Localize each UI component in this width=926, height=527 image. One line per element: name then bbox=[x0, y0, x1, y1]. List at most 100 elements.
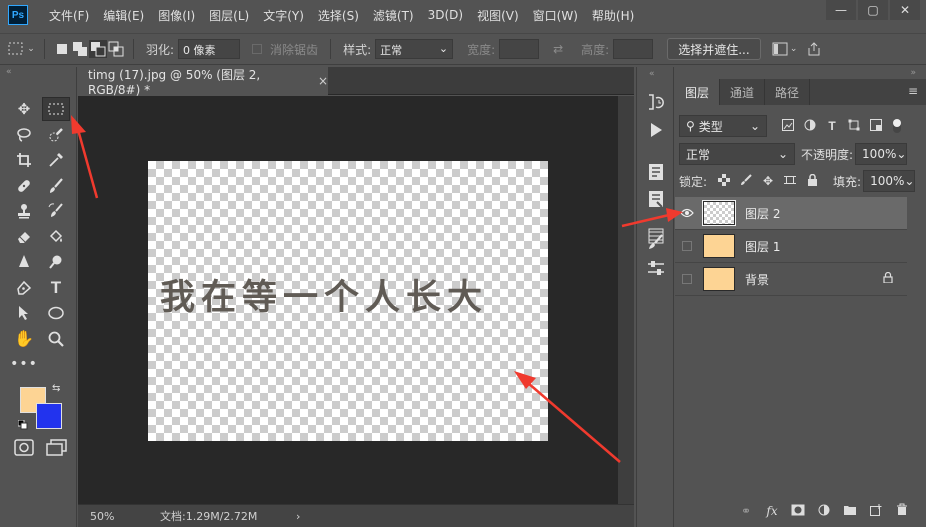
healing-brush-tool-icon[interactable] bbox=[10, 174, 38, 198]
chevron-down-icon[interactable]: ⌄ bbox=[26, 40, 36, 58]
filter-smart-object-icon[interactable] bbox=[865, 118, 887, 134]
layer-name[interactable]: 图层 2 bbox=[745, 205, 780, 222]
move-tool-icon[interactable]: ✥ bbox=[10, 97, 38, 121]
visibility-toggle[interactable] bbox=[675, 230, 699, 263]
minimize-button[interactable]: — bbox=[826, 0, 856, 20]
workspace-icon[interactable] bbox=[771, 40, 789, 58]
layer-name[interactable]: 图层 1 bbox=[745, 238, 780, 255]
brush-settings-icon[interactable] bbox=[644, 231, 668, 253]
menu-window[interactable]: 窗口(W) bbox=[526, 7, 585, 24]
zoom-tool-icon[interactable] bbox=[42, 327, 70, 351]
lock-image-icon[interactable] bbox=[735, 173, 757, 189]
lock-transparent-icon[interactable] bbox=[713, 173, 735, 189]
lock-artboard-icon[interactable] bbox=[779, 174, 801, 189]
fx-icon[interactable]: fx bbox=[759, 504, 785, 518]
default-colors-icon[interactable] bbox=[17, 419, 28, 430]
eraser-tool-icon[interactable] bbox=[10, 225, 38, 249]
intersect-selection-icon[interactable] bbox=[107, 40, 125, 58]
tab-paths[interactable]: 路径 bbox=[765, 79, 811, 105]
visibility-toggle[interactable] bbox=[675, 263, 699, 296]
menu-file[interactable]: 文件(F) bbox=[42, 7, 96, 24]
mask-icon[interactable] bbox=[785, 504, 811, 519]
actions-play-icon[interactable] bbox=[644, 119, 668, 141]
hand-tool-icon[interactable]: ✋ bbox=[10, 327, 38, 351]
maximize-button[interactable]: ▢ bbox=[858, 0, 888, 20]
visibility-eye-icon[interactable] bbox=[675, 197, 699, 230]
rectangular-marquee-tool-icon[interactable] bbox=[42, 97, 70, 121]
libraries-panel-icon[interactable] bbox=[644, 188, 668, 210]
add-selection-icon[interactable] bbox=[71, 40, 89, 58]
document-tab[interactable]: timg (17).jpg @ 50% (图层 2, RGB/8#) * × bbox=[78, 67, 328, 97]
panel-collapse-icon[interactable]: « bbox=[0, 67, 76, 79]
swap-icon[interactable]: ⇄ bbox=[549, 40, 567, 58]
lasso-tool-icon[interactable] bbox=[10, 123, 38, 147]
more-tools-icon[interactable]: ••• bbox=[10, 352, 38, 376]
dodge-tool-icon[interactable] bbox=[42, 250, 70, 274]
menu-help[interactable]: 帮助(H) bbox=[585, 7, 641, 24]
pen-tool-icon[interactable] bbox=[10, 276, 38, 300]
vertical-scrollbar[interactable] bbox=[618, 96, 634, 504]
brush-tool-icon[interactable] bbox=[42, 174, 70, 198]
ellipse-tool-icon[interactable] bbox=[42, 301, 70, 325]
menu-filter[interactable]: 滤镜(T) bbox=[366, 7, 421, 24]
link-icon[interactable]: ⚭ bbox=[733, 504, 759, 518]
filter-pixel-icon[interactable] bbox=[777, 118, 799, 134]
style-select[interactable]: 正常 ⌄ bbox=[375, 39, 454, 59]
folder-icon[interactable] bbox=[837, 504, 863, 519]
clone-stamp-tool-icon[interactable] bbox=[10, 199, 38, 223]
share-icon[interactable] bbox=[805, 40, 823, 58]
history-brush-tool-icon[interactable] bbox=[42, 199, 70, 223]
filter-adjustment-icon[interactable] bbox=[799, 119, 821, 134]
tab-layers[interactable]: 图层 bbox=[675, 79, 721, 105]
screen-mode-icon[interactable] bbox=[46, 439, 68, 460]
panel-menu-icon[interactable]: ≡ bbox=[908, 84, 918, 98]
layer-row[interactable]: 背景 bbox=[675, 263, 907, 296]
quick-selection-tool-icon[interactable] bbox=[42, 123, 70, 147]
document-canvas[interactable]: 我在等一个人长大 bbox=[148, 161, 548, 441]
layer-name[interactable]: 背景 bbox=[745, 271, 769, 288]
width-input[interactable] bbox=[499, 39, 540, 59]
antialias-checkbox[interactable] bbox=[252, 44, 263, 54]
tool-presets-icon[interactable] bbox=[644, 257, 668, 279]
menu-image[interactable]: 图像(I) bbox=[151, 7, 202, 24]
close-button[interactable]: ✕ bbox=[890, 0, 920, 20]
path-selection-tool-icon[interactable] bbox=[10, 301, 38, 325]
lock-icon[interactable] bbox=[883, 271, 893, 286]
background-color-swatch[interactable] bbox=[36, 403, 62, 429]
eyedropper-tool-icon[interactable] bbox=[42, 148, 70, 172]
new-selection-icon[interactable] bbox=[53, 40, 71, 58]
type-tool-icon[interactable]: T bbox=[42, 276, 70, 300]
status-menu-arrow[interactable]: › bbox=[296, 510, 300, 523]
trash-icon[interactable] bbox=[889, 503, 915, 519]
swap-colors-icon[interactable]: ⇆ bbox=[52, 383, 60, 394]
blend-mode-select[interactable]: 正常 ⌄ bbox=[679, 143, 795, 165]
menu-select[interactable]: 选择(S) bbox=[311, 7, 366, 24]
lock-all-icon[interactable] bbox=[801, 173, 823, 189]
canvas-workspace[interactable]: 我在等一个人长大 bbox=[78, 96, 618, 504]
chevron-down-icon[interactable]: ⌄ bbox=[789, 40, 799, 58]
history-panel-icon[interactable] bbox=[644, 91, 668, 113]
fill-input[interactable]: 100% ⌄ bbox=[863, 170, 916, 192]
menu-layer[interactable]: 图层(L) bbox=[202, 7, 256, 24]
blur-tool-icon[interactable] bbox=[10, 250, 38, 274]
properties-panel-icon[interactable] bbox=[644, 161, 668, 183]
new-layer-icon[interactable] bbox=[863, 503, 889, 519]
dock-collapse-icon[interactable]: « bbox=[649, 69, 655, 79]
filter-shape-icon[interactable] bbox=[843, 119, 865, 134]
layer-row[interactable]: 图层 2 bbox=[675, 197, 907, 230]
adjustment-icon[interactable] bbox=[811, 504, 837, 519]
tab-channels[interactable]: 通道 bbox=[720, 79, 766, 105]
menu-view[interactable]: 视图(V) bbox=[470, 7, 526, 24]
height-input[interactable] bbox=[613, 39, 654, 59]
menu-type[interactable]: 文字(Y) bbox=[256, 7, 311, 24]
menu-3d[interactable]: 3D(D) bbox=[421, 8, 470, 22]
menu-edit[interactable]: 编辑(E) bbox=[96, 7, 151, 24]
select-and-mask-button[interactable]: 选择并遮住... bbox=[667, 38, 761, 60]
filter-toggle[interactable] bbox=[893, 119, 901, 133]
filter-type-icon[interactable]: T bbox=[821, 119, 843, 133]
zoom-level[interactable]: 50% bbox=[90, 510, 160, 523]
paint-bucket-tool-icon[interactable] bbox=[42, 225, 70, 249]
quick-mask-icon[interactable] bbox=[14, 439, 34, 460]
subtract-selection-icon[interactable] bbox=[89, 40, 107, 58]
marquee-preset-icon[interactable] bbox=[8, 40, 26, 58]
